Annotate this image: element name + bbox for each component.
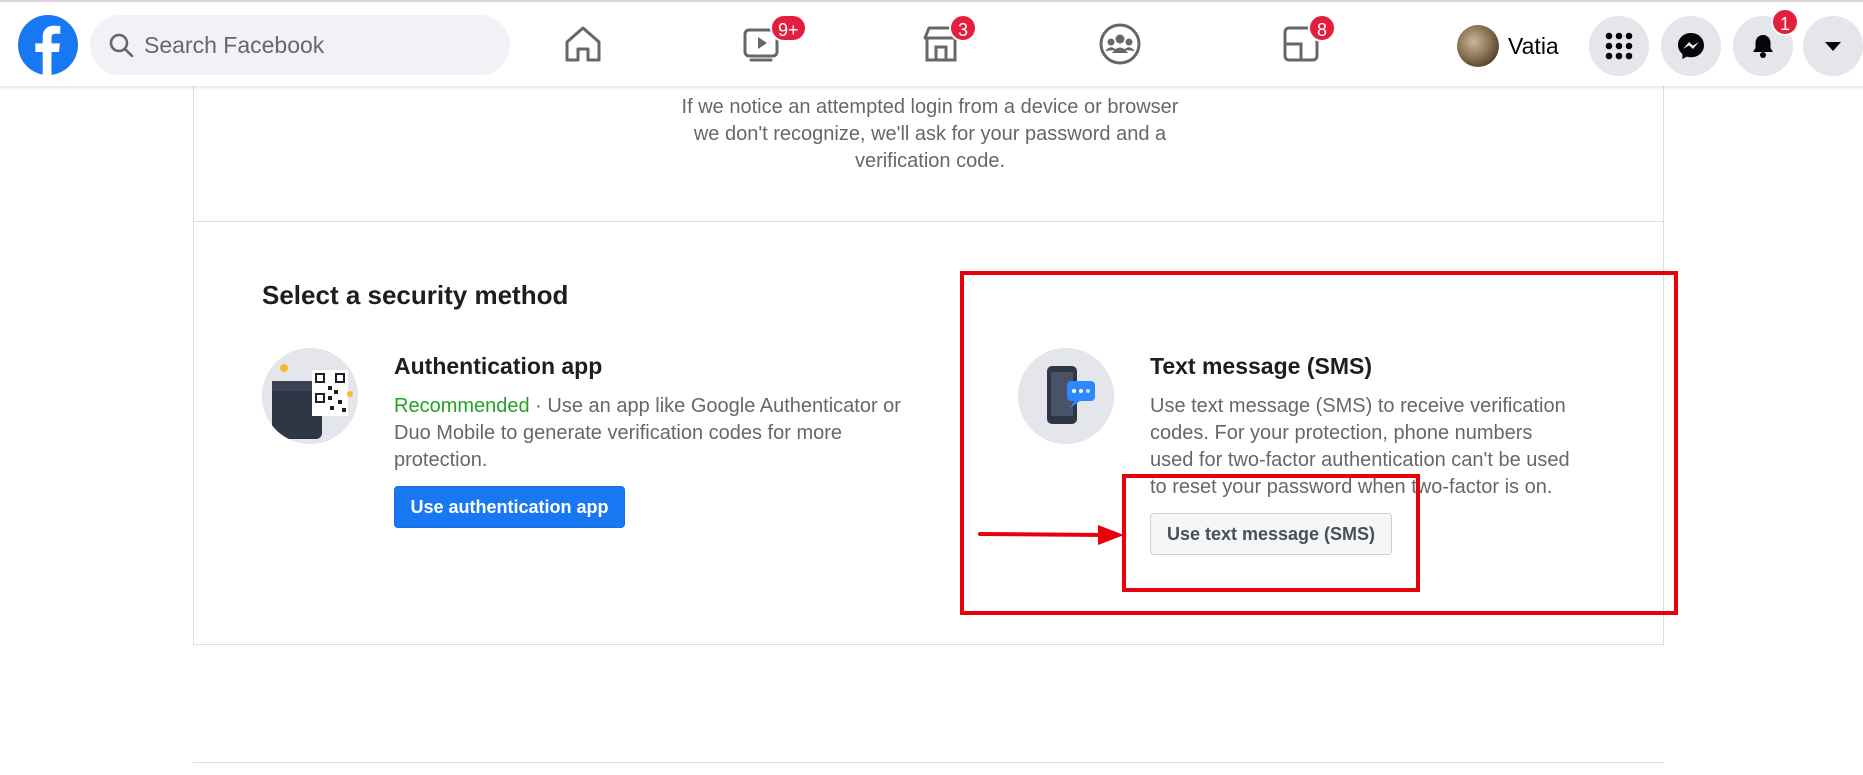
caret-down-icon bbox=[1825, 42, 1841, 51]
menu-grid-icon bbox=[1605, 32, 1633, 60]
bell-icon bbox=[1753, 35, 1773, 58]
account-button[interactable] bbox=[1803, 16, 1863, 76]
profile-name[interactable]: Vatia bbox=[1508, 33, 1559, 60]
home-icon[interactable] bbox=[559, 20, 607, 68]
messenger-button[interactable] bbox=[1661, 16, 1721, 76]
notifications-badge: 1 bbox=[1771, 8, 1799, 36]
gaming-badge: 8 bbox=[1308, 14, 1336, 42]
authenticator-illustration-icon bbox=[262, 348, 358, 444]
recommended-label: Recommended bbox=[394, 395, 530, 417]
separator: · bbox=[529, 395, 548, 417]
intro-line: If we notice an attempted login from a d… bbox=[681, 96, 1179, 118]
auth-app-line: Use an app like Google Authenticator or bbox=[547, 395, 901, 417]
search-placeholder: Search Facebook bbox=[144, 31, 325, 58]
intro-line: we don't recognize, we'll ask for your p… bbox=[693, 123, 1167, 145]
watch-badge: 9+ bbox=[770, 14, 807, 42]
auth-app-line: Duo Mobile to generate verification code… bbox=[394, 422, 843, 444]
section-title: Select a security method bbox=[262, 280, 569, 310]
search-icon bbox=[109, 33, 134, 58]
marketplace-badge: 3 bbox=[949, 14, 977, 42]
red-arrow-icon bbox=[978, 525, 1124, 545]
two-factor-intro-text: If we notice an attempted login from a d… bbox=[640, 94, 1220, 175]
highlight-box-sms-button bbox=[1122, 474, 1420, 592]
menu-button[interactable] bbox=[1589, 16, 1649, 76]
facebook-logo-icon[interactable] bbox=[18, 15, 78, 75]
search-bar[interactable]: Search Facebook bbox=[90, 15, 510, 75]
use-authentication-app-button[interactable]: Use authentication app bbox=[394, 486, 625, 528]
auth-app-description: Recommended · Use an app like Google Aut… bbox=[394, 393, 954, 474]
messenger-icon bbox=[1678, 33, 1704, 59]
profile-avatar[interactable] bbox=[1457, 25, 1499, 67]
section-divider bbox=[193, 762, 1664, 763]
groups-icon[interactable] bbox=[1096, 20, 1144, 68]
auth-app-title: Authentication app bbox=[394, 353, 603, 379]
auth-app-line: protection. bbox=[394, 449, 488, 471]
top-navigation-bar: Search Facebook 9+ 3 8 Vatia 1 bbox=[0, 0, 1863, 86]
intro-line: verification code. bbox=[854, 150, 1006, 172]
